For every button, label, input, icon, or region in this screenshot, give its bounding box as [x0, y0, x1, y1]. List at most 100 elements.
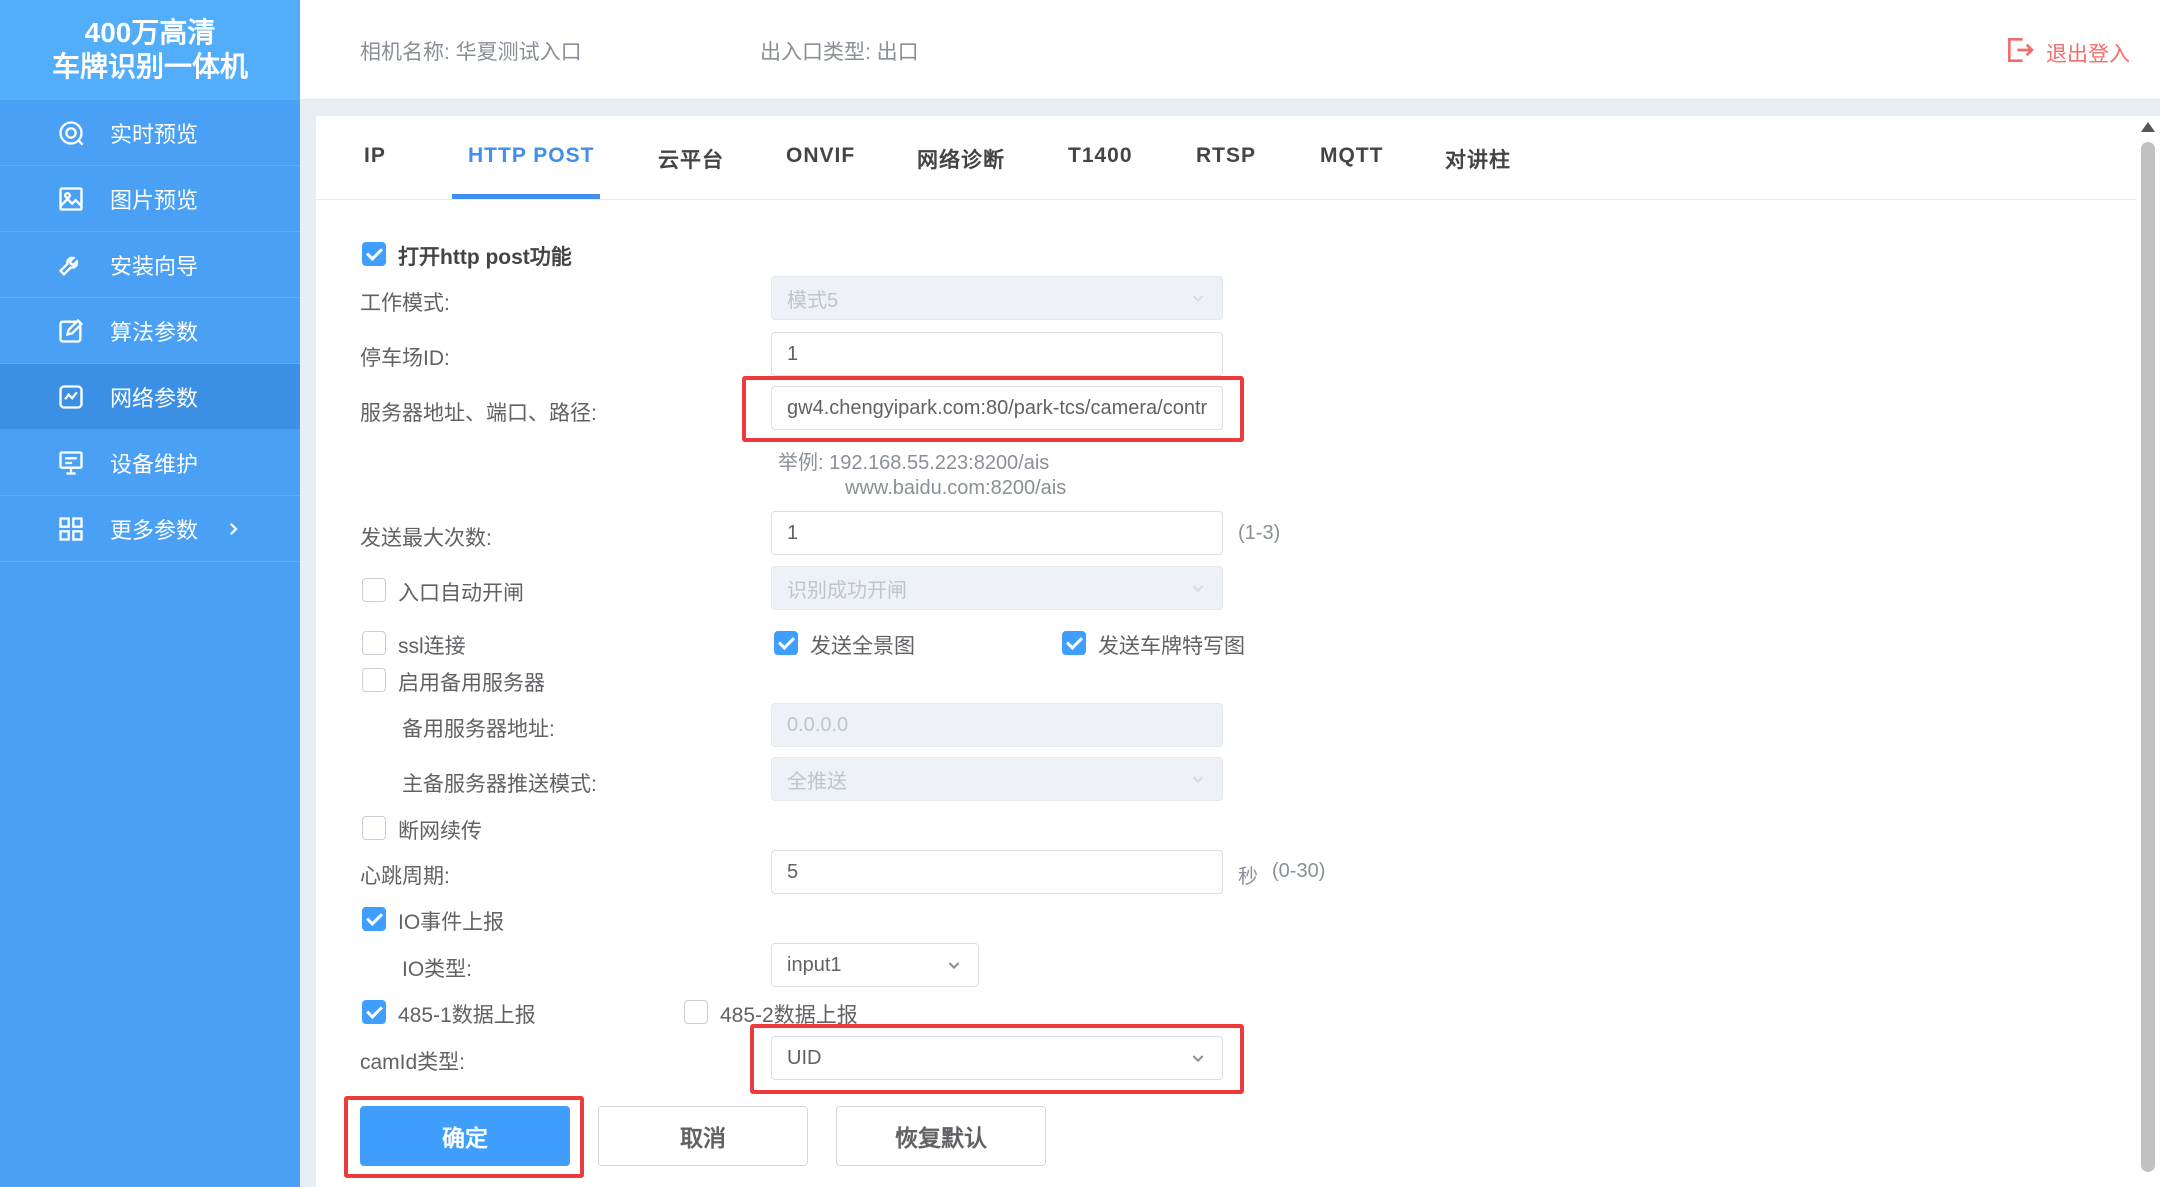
tab-intercom[interactable]: 对讲柱	[1445, 144, 1511, 174]
io-event-checkbox[interactable]	[362, 907, 386, 931]
tab-http-post[interactable]: HTTP POST	[468, 144, 594, 168]
sidebar-item-label: 安装向导	[110, 253, 199, 279]
enable-http-post-checkbox[interactable]	[362, 242, 386, 266]
tab-rtsp[interactable]: RTSP	[1196, 144, 1256, 168]
heartbeat-hint: (0-30)	[1272, 860, 1326, 882]
tab-onvif[interactable]: ONVIF	[786, 144, 855, 168]
sidebar-item-label: 设备维护	[110, 451, 199, 477]
sidebar-item-live-preview[interactable]: 实时预览	[0, 100, 300, 166]
rs485-2-label: 485-2数据上报	[720, 1004, 858, 1027]
brand-line-2: 车牌识别一体机	[51, 51, 248, 82]
enable-backup-checkbox[interactable]	[362, 668, 386, 692]
sidebar-item-install-wizard[interactable]: 安装向导	[0, 232, 300, 298]
logout-button[interactable]: 退出登入	[2004, 34, 2130, 72]
tab-t1400[interactable]: T1400	[1068, 144, 1133, 168]
send-full-image-checkbox[interactable]	[774, 631, 798, 655]
backup-address-input[interactable]: 0.0.0.0	[771, 703, 1223, 747]
heartbeat-input[interactable]: 5	[771, 850, 1223, 894]
logout-icon	[2004, 34, 2046, 72]
send-plate-image-label: 发送车牌特写图	[1098, 635, 1245, 658]
sidebar-item-label: 算法参数	[110, 319, 199, 345]
io-type-select[interactable]: input1	[771, 943, 979, 987]
sidebar-item-algorithm[interactable]: 算法参数	[0, 298, 300, 364]
brand-title: 400万高清 车牌识别一体机	[0, 0, 300, 100]
max-send-value: 1	[787, 521, 799, 544]
heartbeat-value: 5	[787, 860, 799, 883]
wrench-icon	[56, 250, 86, 280]
chevron-down-icon	[948, 962, 960, 970]
server-address-value: gw4.chengyipark.com:80/park-tcs/camera/c…	[787, 396, 1208, 419]
entry-auto-open-value: 识别成功开闸	[787, 579, 907, 602]
scrollbar[interactable]	[2136, 116, 2160, 1187]
tab-cloud-platform[interactable]: 云平台	[658, 144, 724, 174]
send-full-image-label: 发送全景图	[810, 635, 915, 658]
chevron-down-icon	[1192, 295, 1204, 303]
ssl-checkbox[interactable]	[362, 631, 386, 655]
io-event-label: IO事件上报	[398, 911, 505, 934]
camera-name: 相机名称: 华夏测试入口	[360, 41, 582, 64]
active-tab-underline	[452, 194, 600, 199]
resume-upload-checkbox[interactable]	[362, 816, 386, 840]
brand-line-1: 400万高清	[84, 17, 216, 48]
logout-label: 退出登入	[2046, 43, 2130, 66]
sidebar-item-label: 图片预览	[110, 187, 199, 213]
cancel-button[interactable]: 取消	[598, 1106, 808, 1166]
sidebar: 400万高清 车牌识别一体机 实时预览 图片预览 安装向导 算法参数 网络参数	[0, 0, 300, 1187]
io-type-text: 出入口类型: 出口	[760, 41, 919, 64]
entry-auto-open-checkbox[interactable]	[362, 578, 386, 602]
io-type-label: IO类型:	[402, 958, 473, 981]
send-plate-image-checkbox[interactable]	[1062, 631, 1086, 655]
work-mode-select[interactable]: 模式5	[771, 276, 1223, 320]
max-send-label: 发送最大次数:	[360, 527, 492, 550]
sidebar-item-label: 网络参数	[110, 385, 199, 411]
sidebar-item-label: 实时预览	[110, 121, 199, 147]
sidebar-item-network[interactable]: 网络参数	[0, 364, 300, 430]
live-preview-icon	[56, 118, 86, 148]
server-address-input[interactable]: gw4.chengyipark.com:80/park-tcs/camera/c…	[771, 386, 1223, 430]
sidebar-item-image-preview[interactable]: 图片预览	[0, 166, 300, 232]
heartbeat-unit: 秒	[1238, 866, 1258, 888]
example-line-2: www.baidu.com:8200/ais	[845, 477, 1067, 499]
tab-ip[interactable]: IP	[364, 144, 386, 168]
image-icon	[56, 184, 86, 214]
chevron-down-icon	[1192, 1055, 1204, 1063]
rs485-2-checkbox[interactable]	[684, 1000, 708, 1024]
network-icon	[56, 382, 86, 412]
heartbeat-label: 心跳周期:	[360, 865, 450, 888]
chevron-right-icon	[224, 520, 242, 538]
restore-defaults-button[interactable]: 恢复默认	[836, 1106, 1046, 1166]
tab-bar: IP HTTP POST 云平台 ONVIF 网络诊断 T1400 RTSP M…	[316, 116, 2140, 200]
server-address-label: 服务器地址、端口、路径:	[360, 402, 597, 425]
camid-type-value: UID	[787, 1046, 822, 1069]
camid-type-select[interactable]: UID	[771, 1036, 1223, 1080]
enable-backup-label: 启用备用服务器	[398, 672, 545, 695]
backup-address-value: 0.0.0.0	[787, 713, 849, 736]
header: 相机名称: 华夏测试入口 出入口类型: 出口 退出登入	[300, 0, 2160, 100]
scroll-thumb[interactable]	[2141, 142, 2155, 1172]
work-mode-label: 工作模式:	[360, 292, 450, 315]
parking-id-input[interactable]: 1	[771, 332, 1223, 376]
confirm-button[interactable]: 确定	[360, 1106, 570, 1166]
max-send-input[interactable]: 1	[771, 511, 1223, 555]
push-mode-select[interactable]: 全推送	[771, 757, 1223, 801]
grid-icon	[56, 514, 86, 544]
ssl-label: ssl连接	[398, 635, 466, 658]
tab-mqtt[interactable]: MQTT	[1320, 144, 1383, 168]
max-send-hint: (1-3)	[1238, 522, 1281, 544]
rs485-1-checkbox[interactable]	[362, 1000, 386, 1024]
chevron-down-icon	[1192, 776, 1204, 784]
chevron-down-icon	[1192, 585, 1204, 593]
entry-auto-open-select[interactable]: 识别成功开闸	[771, 566, 1223, 610]
backup-address-label: 备用服务器地址:	[402, 718, 555, 741]
sidebar-item-device-maintenance[interactable]: 设备维护	[0, 430, 300, 496]
work-mode-value: 模式5	[787, 289, 839, 312]
scroll-up-arrow-icon[interactable]	[2141, 122, 2155, 132]
sidebar-item-label: 更多参数	[110, 517, 199, 543]
tab-network-diagnosis[interactable]: 网络诊断	[917, 144, 1005, 174]
device-icon	[56, 448, 86, 478]
sidebar-item-more-params[interactable]: 更多参数	[0, 496, 300, 562]
camid-type-label: camId类型:	[360, 1051, 466, 1074]
push-mode-label: 主备服务器推送模式:	[402, 773, 597, 796]
entry-auto-open-label: 入口自动开闸	[398, 582, 524, 605]
edit-icon	[56, 316, 86, 346]
